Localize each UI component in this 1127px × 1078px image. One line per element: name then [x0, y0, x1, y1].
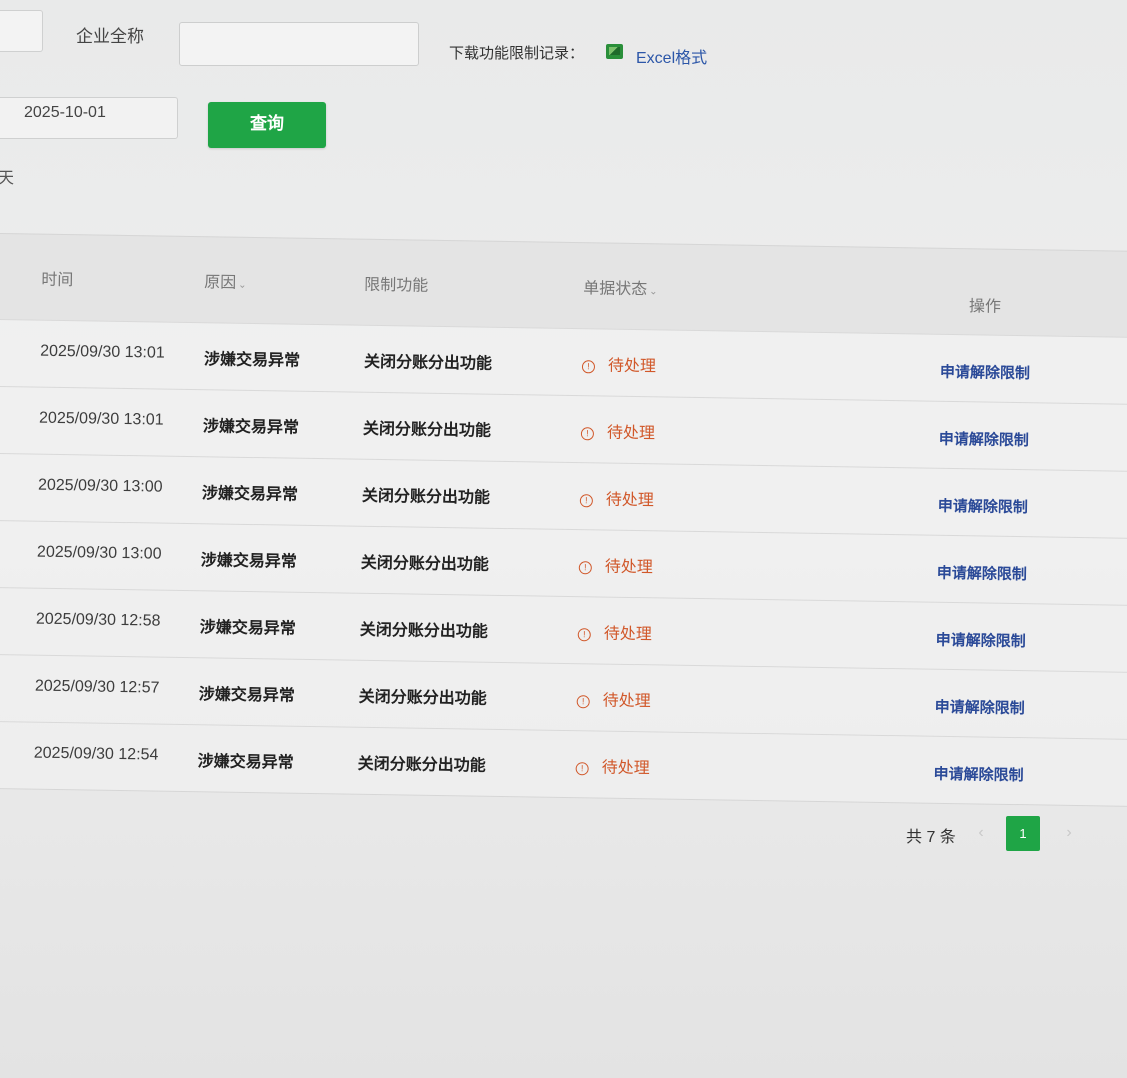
cell-time: 2025/09/30 12:57 [34, 677, 160, 697]
cell-function: 关闭分账分出功能 [359, 621, 488, 641]
request-release-link[interactable]: 申请解除限制 [939, 428, 1029, 450]
cell-reason: 涉嫌交易异常 [203, 351, 301, 370]
status-badge: ! 待处理 [575, 753, 650, 778]
warning-circle-icon: ! [578, 561, 592, 575]
status-badge: ! 待处理 [576, 686, 651, 711]
cell-function: 关闭分账分出功能 [362, 420, 492, 440]
cell-time: 2025/09/30 13:00 [36, 543, 162, 563]
warning-circle-icon: ! [579, 494, 593, 508]
cell-time: 2025/09/30 13:01 [38, 409, 164, 429]
cell-function: 关闭分账分出功能 [357, 755, 486, 775]
header-time: 时间 [41, 271, 74, 290]
date-value: 2025-10-01 [24, 104, 106, 121]
status-badge: ! 待处理 [577, 619, 652, 644]
request-release-link[interactable]: 申请解除限制 [937, 562, 1027, 584]
download-restriction-label: 下载功能限制记录： [449, 45, 585, 62]
warning-circle-icon: ! [580, 427, 595, 441]
status-badge: ! 待处理 [581, 351, 657, 376]
cell-function: 关闭分账分出功能 [361, 487, 491, 507]
status-text: 待处理 [607, 357, 657, 376]
partial-label: 天 [0, 170, 15, 187]
header-reason-label: 原因 [204, 274, 237, 292]
warning-circle-icon: ! [581, 360, 596, 374]
status-badge: ! 待处理 [580, 418, 656, 443]
cell-reason: 涉嫌交易异常 [198, 686, 295, 705]
request-release-link[interactable]: 申请解除限制 [940, 361, 1030, 383]
cell-function: 关闭分账分出功能 [360, 554, 489, 574]
status-badge: ! 待处理 [578, 552, 653, 577]
request-release-link[interactable]: 申请解除限制 [938, 495, 1028, 517]
cell-time: 2025/09/30 12:58 [35, 610, 161, 630]
total-count: 共 7 条 [906, 829, 956, 846]
cell-function: 关闭分账分出功能 [363, 353, 493, 373]
chevron-down-icon: ⌄ [238, 279, 247, 291]
company-name-label: 企业全称 [76, 27, 144, 46]
cell-time: 2025/09/30 13:00 [37, 476, 163, 496]
excel-icon[interactable] [606, 44, 623, 59]
header-reason-filter[interactable]: 原因 ⌄ [204, 268, 247, 293]
cell-time: 2025/09/30 13:01 [40, 342, 165, 362]
status-badge: ! 待处理 [579, 485, 655, 510]
request-release-link[interactable]: 申请解除限制 [935, 696, 1025, 718]
status-text: 待处理 [603, 625, 652, 644]
status-text: 待处理 [605, 491, 655, 510]
status-text: 待处理 [602, 692, 651, 711]
status-text: 待处理 [601, 759, 650, 778]
cell-reason: 涉嫌交易异常 [197, 753, 294, 772]
header-function: 限制功能 [364, 276, 429, 295]
company-name-input[interactable] [179, 22, 419, 66]
status-text: 待处理 [604, 558, 653, 577]
cell-reason: 涉嫌交易异常 [199, 619, 296, 638]
status-text: 待处理 [606, 424, 656, 443]
header-action: 操作 [968, 298, 1002, 316]
query-button[interactable]: 查询 [208, 102, 326, 148]
cell-reason: 涉嫌交易异常 [201, 485, 299, 504]
chevron-down-icon: ⌄ [649, 286, 658, 298]
request-release-link[interactable]: 申请解除限制 [936, 629, 1026, 651]
cell-time: 2025/09/30 12:54 [33, 744, 159, 764]
partial-filter-input[interactable] [0, 10, 43, 52]
excel-download-link[interactable]: Excel格式 [636, 44, 707, 68]
warning-circle-icon: ! [576, 695, 590, 709]
cell-function: 关闭分账分出功能 [358, 688, 487, 708]
restriction-table: 时间 原因 ⌄ 限制功能 单据状态 ⌄ 操作 2025/09/30 13:01 涉嫌… [0, 233, 1127, 811]
prev-page-button[interactable]: ‹ [970, 818, 992, 848]
warning-circle-icon: ! [577, 628, 591, 642]
header-status-filter[interactable]: 单据状态 ⌄ [583, 274, 658, 299]
warning-circle-icon: ! [575, 762, 589, 776]
page-1-button[interactable]: 1 [1006, 816, 1040, 851]
cell-reason: 涉嫌交易异常 [200, 552, 298, 571]
header-status-label: 单据状态 [583, 280, 648, 299]
next-page-button[interactable]: › [1058, 818, 1080, 848]
request-release-link[interactable]: 申请解除限制 [933, 763, 1023, 785]
cell-reason: 涉嫌交易异常 [202, 418, 300, 437]
